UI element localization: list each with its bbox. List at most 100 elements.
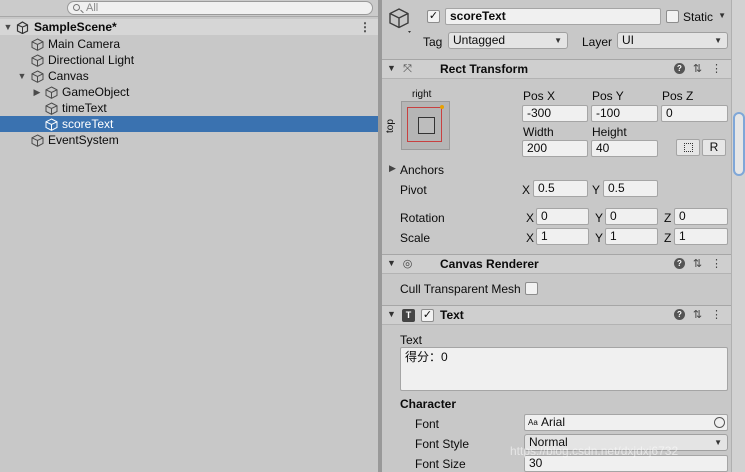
hierarchy-item-label: Directional Light (48, 53, 135, 67)
scale-z-field[interactable]: 1 (674, 228, 728, 245)
gameobject-cube-icon (31, 54, 44, 67)
hierarchy-item-scoretext[interactable]: scoreText (0, 116, 378, 132)
component-title: Text (440, 308, 464, 322)
rotation-z-field[interactable]: 0 (674, 208, 728, 225)
text-enabled-checkbox[interactable]: ✓ (421, 309, 434, 322)
scale-x-field[interactable]: 1 (536, 228, 589, 245)
collapse-triangle-icon[interactable]: ▼ (3, 19, 13, 35)
help-icon[interactable]: ? (674, 258, 685, 269)
rect-transform-icon: ⤧ (403, 63, 412, 75)
pos-x-field[interactable]: -300 (522, 105, 588, 122)
search-placeholder: All (86, 2, 99, 14)
expand-triangle-icon[interactable]: ▶ (32, 84, 42, 100)
hierarchy-item-canvas[interactable]: ▼ Canvas (0, 68, 378, 84)
object-picker-icon[interactable] (714, 417, 725, 428)
rotation-label: Rotation (400, 211, 445, 225)
hierarchy-item-main-camera[interactable]: Main Camera (0, 36, 378, 52)
rotation-x-axis-label: X (526, 211, 535, 225)
hierarchy-item-eventsystem[interactable]: EventSystem (0, 132, 378, 148)
pivot-label: Pivot (400, 183, 427, 197)
component-title: Rect Transform (440, 62, 529, 76)
text-content-area[interactable]: 得分：0 (400, 347, 728, 391)
object-name-field[interactable]: scoreText (445, 8, 661, 25)
pos-x-label: Pos X (523, 89, 556, 103)
collapse-triangle-icon[interactable]: ▼ (17, 68, 27, 84)
rotation-x-field[interactable]: 0 (536, 208, 589, 225)
search-icon (73, 4, 80, 11)
component-menu-icon[interactable]: ⋮ (710, 309, 723, 322)
font-style-label: Font Style (415, 437, 470, 451)
scale-z-axis-label: Z (664, 231, 672, 245)
font-asset-icon: Aa (528, 418, 538, 427)
pos-y-field[interactable]: -100 (591, 105, 658, 122)
gameobject-cube-icon (45, 118, 58, 131)
hierarchy-item-timetext[interactable]: timeText (0, 100, 378, 116)
hierarchy-item-directional-light[interactable]: Directional Light (0, 52, 378, 68)
hierarchy-panel: All ▼ SampleScene* ⋮ Main Camera Directi… (0, 0, 378, 472)
cull-transparent-mesh-label: Cull Transparent Mesh (400, 282, 521, 296)
gameobject-cube-icon (45, 86, 58, 99)
more-options-icon[interactable]: ⋮ (359, 19, 371, 35)
character-section-label: Character (400, 397, 457, 411)
blueprint-mode-button[interactable] (676, 139, 700, 156)
layer-dropdown[interactable]: UI (617, 32, 728, 49)
hierarchy-item-label: timeText (62, 101, 107, 115)
rotation-y-axis-label: Y (595, 211, 604, 225)
hierarchy-search-input[interactable]: All (67, 1, 373, 15)
preset-sliders-icon[interactable]: ⇅ (691, 309, 704, 322)
height-field[interactable]: 40 (591, 140, 658, 157)
gameobject-cube-icon (31, 70, 44, 83)
raw-edit-button[interactable]: R (702, 139, 726, 156)
help-icon[interactable]: ? (674, 309, 685, 320)
gameobject-cube-icon (45, 102, 58, 115)
collapse-triangle-icon[interactable]: ▼ (387, 309, 396, 319)
cull-transparent-mesh-checkbox[interactable] (525, 282, 538, 295)
pivot-y-field[interactable]: 0.5 (603, 180, 658, 197)
inspector-panel: ✓ scoreText Static Tag Untagged Layer UI… (382, 0, 745, 472)
hierarchy-item-label: Main Camera (48, 37, 121, 51)
scale-y-axis-label: Y (595, 231, 604, 245)
scale-y-field[interactable]: 1 (605, 228, 658, 245)
gameobject-cube-icon (31, 134, 44, 147)
pivot-x-axis-label: X (522, 183, 531, 197)
rect-transform-header[interactable]: ▼ ⤧ Rect Transform ? ⇅ ⋮ (382, 59, 731, 79)
help-icon[interactable]: ? (674, 63, 685, 74)
anchor-presets-button[interactable] (401, 101, 450, 150)
static-checkbox[interactable] (666, 10, 679, 23)
font-value: Arial (541, 415, 566, 429)
scale-x-axis-label: X (526, 231, 535, 245)
text-component-header[interactable]: ▼ T ✓ Text ? ⇅ ⋮ (382, 305, 731, 325)
gameobject-cube-icon (31, 38, 44, 51)
tag-dropdown[interactable]: Untagged (448, 32, 568, 49)
font-object-field[interactable]: Aa Arial (524, 414, 728, 431)
canvas-renderer-header[interactable]: ▼ ◎ Canvas Renderer ? ⇅ ⋮ (382, 254, 731, 274)
active-checkbox[interactable]: ✓ (427, 10, 440, 23)
width-field[interactable]: 200 (522, 140, 588, 157)
component-menu-icon[interactable]: ⋮ (710, 63, 723, 76)
static-label: Static (683, 10, 714, 24)
preset-sliders-icon[interactable]: ⇅ (691, 258, 704, 271)
font-label: Font (415, 417, 440, 431)
gameobject-large-cube-icon[interactable] (387, 7, 413, 33)
collapse-triangle-icon[interactable]: ▼ (387, 63, 396, 73)
scrollbar-thumb[interactable] (733, 112, 745, 176)
collapse-triangle-icon[interactable]: ▼ (387, 258, 396, 268)
pivot-x-field[interactable]: 0.5 (533, 180, 588, 197)
text-label: Text (400, 333, 423, 347)
anchor-preset-h-label: right (412, 89, 432, 100)
hierarchy-item-gameobject[interactable]: ▶ GameObject (0, 84, 378, 100)
canvas-renderer-icon: ◎ (402, 258, 413, 270)
anchors-label[interactable]: Anchors (400, 163, 444, 177)
anchor-preset-v-label: top (385, 119, 396, 133)
component-menu-icon[interactable]: ⋮ (710, 258, 723, 271)
expand-triangle-icon[interactable]: ▶ (389, 163, 396, 174)
preset-sliders-icon[interactable]: ⇅ (691, 63, 704, 76)
tag-label: Tag (423, 35, 443, 49)
static-dropdown-arrow[interactable] (718, 8, 731, 25)
pos-z-field[interactable]: 0 (661, 105, 728, 122)
scene-row[interactable]: ▼ SampleScene* ⋮ (0, 19, 378, 35)
layer-label: Layer (582, 35, 613, 49)
inspector-scrollbar[interactable] (731, 0, 745, 472)
component-title: Canvas Renderer (440, 257, 539, 271)
rotation-y-field[interactable]: 0 (605, 208, 658, 225)
